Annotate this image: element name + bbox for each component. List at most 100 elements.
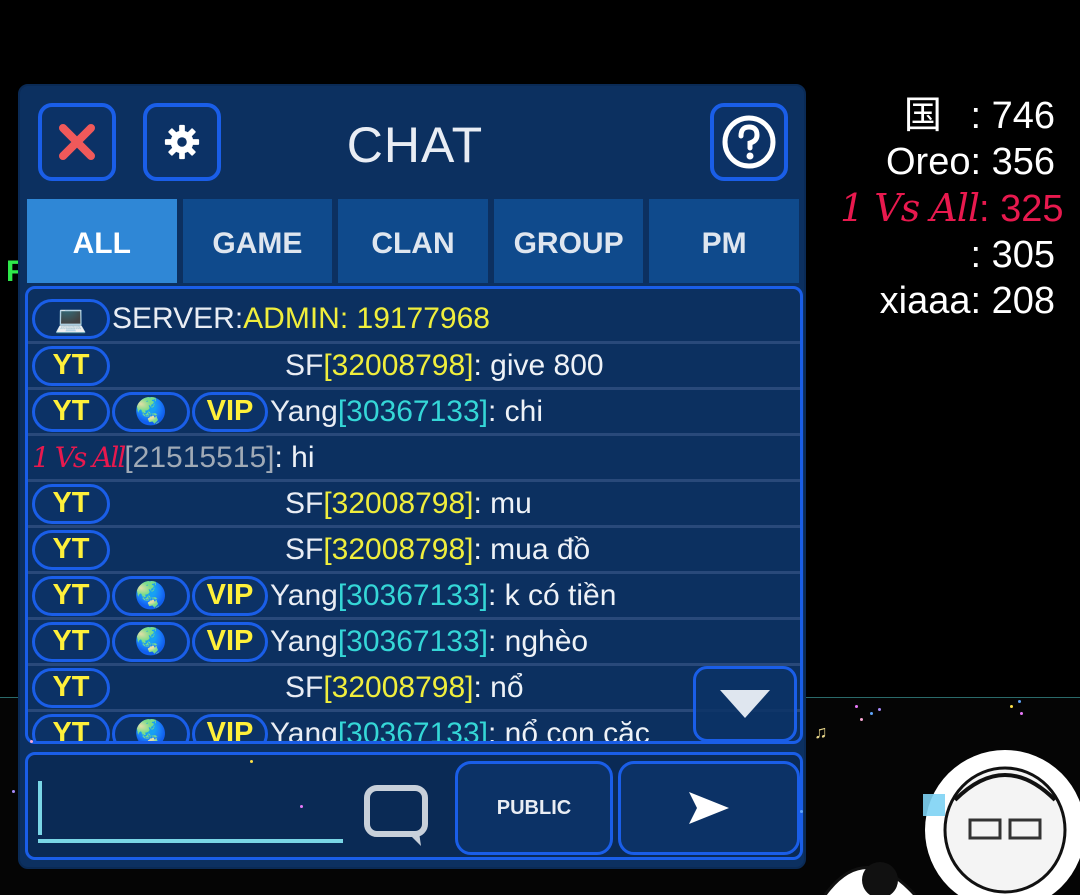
message-sender[interactable]: SF: [285, 671, 323, 705]
yt-badge: YT: [32, 621, 110, 662]
sparkle-dot: [1010, 705, 1013, 708]
tab-pm[interactable]: PM: [649, 199, 799, 283]
message-uid: [21515515]: [124, 440, 275, 474]
sparkle-dot: [878, 708, 881, 711]
yt-badge: YT: [32, 713, 110, 741]
message-row: YT SF [32008798]: nổ: [28, 666, 800, 712]
leaderboard-row: xiaaa: 208: [840, 278, 1055, 324]
leaderboard-score: 325: [1000, 188, 1064, 230]
tab-group[interactable]: GROUP: [493, 199, 644, 283]
globe-badge: 🌏: [112, 621, 190, 662]
yt-badge: YT: [32, 391, 110, 432]
message-text: : mu: [473, 486, 532, 520]
help-button[interactable]: [710, 103, 788, 181]
gear-icon: [164, 124, 200, 160]
send-button[interactable]: [618, 761, 800, 855]
scroll-down-button[interactable]: [693, 666, 797, 742]
vip-badge: VIP: [192, 713, 268, 741]
public-button[interactable]: PUBLIC: [455, 761, 613, 855]
globe-icon: 🌏: [134, 580, 168, 610]
globe-icon: 🌏: [134, 396, 168, 426]
message-uid: [30367133]: [337, 394, 488, 428]
yt-badge: YT: [32, 529, 110, 570]
text-cursor: [38, 781, 42, 835]
message-text: : nghèo: [488, 624, 589, 658]
settings-button[interactable]: [143, 103, 221, 181]
tab-all[interactable]: ALL: [27, 199, 177, 283]
leaderboard-player-name: 1 Vs All: [840, 186, 980, 230]
vip-badge: VIP: [192, 621, 268, 662]
close-button[interactable]: [38, 103, 116, 181]
leaderboard-separator: :: [979, 188, 1001, 230]
message-sender[interactable]: Yang: [270, 395, 338, 429]
message-row: 1 Vs All [21515515]: hi: [28, 436, 800, 482]
send-icon: [689, 792, 729, 824]
message-uid: [30367133]: [337, 716, 488, 744]
globe-badge: 🌏: [112, 575, 190, 616]
input-underline: [38, 839, 343, 843]
message-text: : chi: [488, 394, 544, 428]
message-text: : k có tiền: [488, 578, 617, 612]
message-uid: [32008798]: [323, 486, 474, 520]
chat-input[interactable]: [36, 775, 346, 845]
message-row: YT SF [32008798]: mua đồ: [28, 528, 800, 574]
message-uid: [32008798]: [323, 670, 474, 704]
message-sender[interactable]: SF: [285, 533, 323, 567]
yt-badge: YT: [32, 345, 110, 386]
anime-avatar-art: [823, 750, 1080, 895]
yt-badge: YT: [32, 575, 110, 616]
chat-bubble-icon: [364, 785, 428, 846]
yt-badge: YT: [32, 483, 110, 524]
leaderboard-separator: :: [959, 95, 992, 137]
message-sender[interactable]: Yang: [270, 625, 338, 659]
chevron-down-icon: [720, 690, 770, 718]
chat-input-bar: PUBLIC: [25, 752, 803, 860]
message-sender[interactable]: Yang: [270, 579, 338, 613]
leaderboard-separator: :: [970, 234, 992, 276]
message-list[interactable]: 💻 SERVER: ADMIN: 19177968 YT SF [32008798…: [25, 286, 803, 744]
message-row: YT 🌏 VIP Yang [30367133]: chi: [28, 390, 800, 436]
leaderboard-score: 305: [991, 234, 1055, 276]
sparkle-dot: [855, 705, 858, 708]
leaderboard-separator: :: [970, 280, 992, 322]
leaderboard-score: 208: [991, 280, 1055, 322]
pc-badge: 💻: [32, 299, 110, 339]
globe-badge: 🌏: [112, 391, 190, 432]
emoji-button[interactable]: [358, 780, 436, 850]
chat-tabs: ALL GAME CLAN GROUP PM: [27, 199, 799, 283]
globe-icon: 🌏: [134, 718, 168, 744]
leaderboard-row: : 305: [840, 232, 1055, 278]
message-row: YT SF [32008798]: mu: [28, 482, 800, 528]
message-text: : give 800: [473, 348, 604, 382]
sparkle-dot: [860, 718, 863, 721]
leaderboard-score: 746: [991, 95, 1055, 137]
sparkle-dot: [12, 790, 15, 793]
tab-game[interactable]: GAME: [182, 199, 333, 283]
tab-clan[interactable]: CLAN: [338, 199, 488, 283]
leaderboard-row: 1 Vs All: 325: [840, 185, 1064, 232]
message-row: 💻 SERVER: ADMIN: 19177968: [28, 289, 800, 344]
message-row: YT 🌏 VIP Yang [30367133]: nghèo: [28, 620, 800, 666]
globe-icon: 🌏: [134, 626, 168, 656]
globe-badge: 🌏: [112, 713, 190, 744]
chat-panel: CHAT ALL GAME CLAN GROUP PM 💻 SERVER: AD…: [18, 84, 806, 869]
leaderboard-separator: :: [970, 141, 992, 183]
message-uid: [32008798]: [323, 532, 474, 566]
sparkle-dot: [1018, 700, 1021, 703]
message-text: : mua đồ: [473, 532, 591, 566]
message-sender[interactable]: Yang: [270, 717, 338, 742]
message-uid: [30367133]: [337, 578, 488, 612]
close-icon: [59, 124, 95, 160]
message-row: YT 🌏 VIP Yang [30367133]: k có tiền: [28, 574, 800, 620]
leaderboard-row: Oreo: 356: [840, 139, 1055, 185]
message-text: ADMIN: 19177968: [243, 302, 490, 335]
message-sender[interactable]: SF: [285, 349, 323, 383]
help-icon: [722, 115, 776, 169]
message-text: : nổ: [473, 670, 524, 704]
sparkle-dot: [30, 740, 33, 743]
message-sender[interactable]: 1 Vs All: [32, 441, 126, 474]
message-sender[interactable]: SF: [285, 487, 323, 521]
chat-title: CHAT: [346, 117, 484, 173]
vip-badge: VIP: [192, 575, 268, 616]
sparkle-dot: [870, 712, 873, 715]
